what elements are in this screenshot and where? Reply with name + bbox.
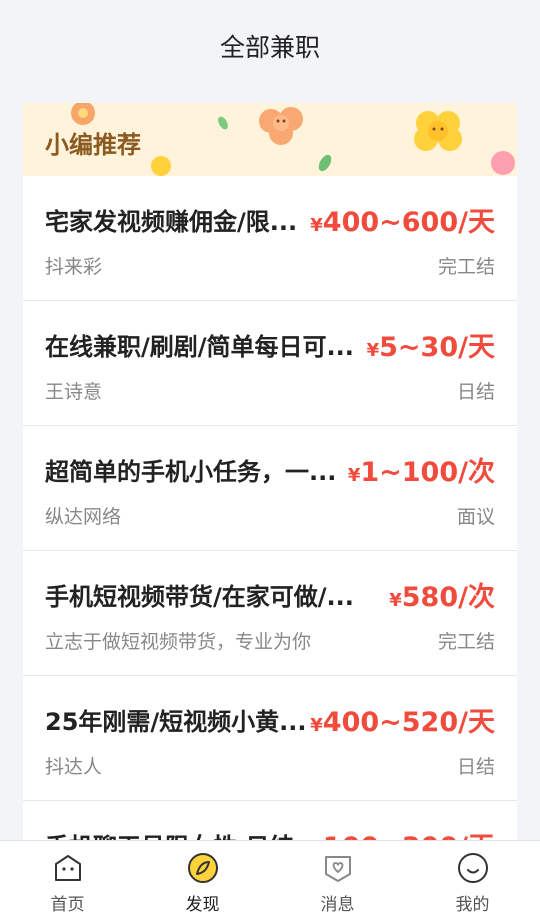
job-settlement: 日结 [456,381,495,403]
job-pay-value: 400~520/天 [322,707,495,738]
job-settlement: 面议 [456,506,495,528]
job-row[interactable]: 超简单的手机小任务，一... ¥1~100/次 纵达网络 面议 [23,426,517,551]
job-pay: ¥5~30/天 [367,325,495,364]
job-settlement: 日结 [456,756,495,778]
discover-compass-icon [187,853,218,883]
job-pay: ¥400~520/天 [310,700,495,739]
page-title: 全部兼职 [219,33,320,62]
job-pay: ¥580/次 [389,575,495,614]
job-company: 王诗意 [45,381,103,403]
tab-profile-label: 我的 [455,895,490,915]
job-row[interactable]: 手机聊天号限女性 日结... ¥100~300/天 [23,801,517,840]
currency-symbol: ¥ [347,465,361,486]
job-settlement: 完工结 [437,631,495,653]
job-title: 25年刚需/短视频小黄... [45,708,307,736]
job-title: 手机聊天号限女性 日结... [45,827,325,840]
currency-symbol: ¥ [310,215,323,236]
message-heart-icon [324,856,351,882]
job-row[interactable]: 在线兼职/刷剧/简单每日可... ¥5~30/天 王诗意 日结 [23,301,517,426]
job-pay: ¥1~100/次 [348,450,495,489]
flower-decoration-icon [151,156,171,176]
flower-decoration-icon [259,107,303,145]
job-pay-value: 400~600/天 [322,207,495,238]
leaf-decoration-icon [218,116,228,130]
job-row[interactable]: 宅家发视频赚佣金/限... ¥400~600/天 抖来彩 完工结 [23,176,517,301]
job-pay-value: 1~100/次 [360,457,495,488]
currency-symbol: ¥ [389,590,402,611]
home-face-icon [54,855,81,881]
flower-decoration-icon [491,151,515,175]
tab-messages-label: 消息 [320,895,355,915]
tab-home[interactable]: 首页 [0,841,135,924]
tab-discover[interactable]: 发现 [135,841,270,924]
profile-smile-icon [457,853,488,883]
job-row[interactable]: 25年刚需/短视频小黄... ¥400~520/天 抖达人 日结 [23,676,517,801]
job-company: 立志于做短视频带货，专业为你 [45,631,312,653]
job-company: 抖来彩 [45,256,103,278]
job-company: 抖达人 [45,756,103,778]
flower-decoration-icon [414,111,462,151]
banner-title: 小编推荐 [45,131,141,159]
tab-messages[interactable]: 消息 [270,841,405,924]
job-pay: ¥100~300/天 [310,825,495,840]
recommend-banner: 小编推荐 [23,103,517,176]
job-pay: ¥400~600/天 [310,200,495,239]
job-list-card: 小编推荐 宅家发视频赚佣金/限... ¥400~600/天 抖来彩 完工结 在线… [23,103,517,840]
job-title: 在线兼职/刷剧/简单每日可... [45,333,354,361]
job-title: 手机短视频带货/在家可做/... [45,583,354,611]
job-company: 纵达网络 [45,506,122,528]
tab-discover-label: 发现 [185,895,220,915]
currency-symbol: ¥ [310,715,323,736]
job-pay-value: 100~300/天 [323,832,495,840]
bottom-tab-bar: 首页 发现 消息 我的 [0,840,540,924]
job-settlement: 完工结 [437,256,495,278]
job-pay-value: 580/次 [401,582,495,613]
job-row[interactable]: 手机短视频带货/在家可做/... ¥580/次 立志于做短视频带货，专业为你 完… [23,551,517,676]
job-title: 超简单的手机小任务，一... [45,458,337,486]
page-header: 全部兼职 [0,0,540,92]
currency-symbol: ¥ [366,340,380,361]
job-pay-value: 5~30/天 [379,332,495,363]
job-title: 宅家发视频赚佣金/限... [45,208,298,236]
leaf-decoration-icon [318,154,332,172]
tab-home-label: 首页 [50,895,85,915]
tab-profile[interactable]: 我的 [405,841,540,924]
